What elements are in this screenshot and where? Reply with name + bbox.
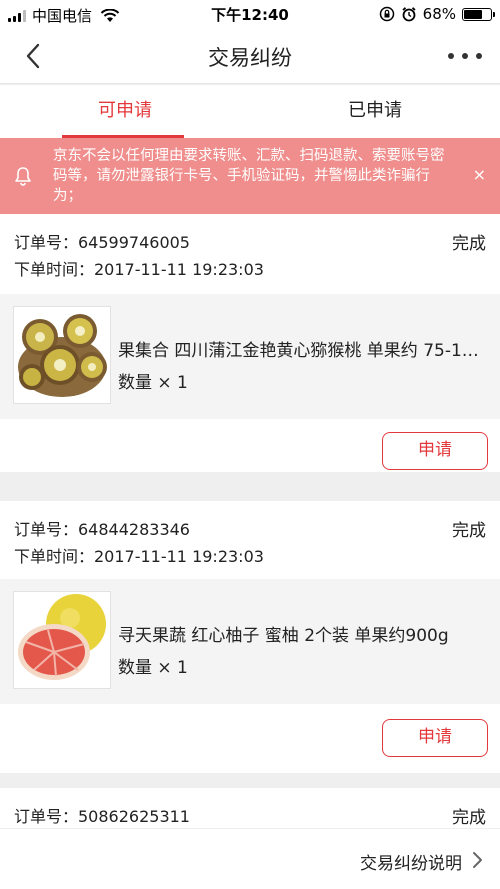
battery-icon	[462, 7, 495, 21]
kiwi-fruit-image	[14, 307, 110, 403]
product-row[interactable]: 果集合 四川蒲江金艳黄心猕猴桃 单果约 75-100g 30个装 新鲜水果 数量…	[0, 294, 500, 419]
apply-button[interactable]: 申请	[382, 432, 488, 470]
bell-icon	[15, 167, 31, 186]
notice-text: 京东不会以任何理由要求转账、汇款、扫码退款、索要账号密码等，请勿泄露银行卡号、手…	[53, 148, 445, 204]
dispute-explanation-link[interactable]: 交易纠纷说明	[360, 849, 462, 874]
order-number: 订单号：64599746005	[14, 233, 190, 252]
order-card: 订单号：64599746005 下单时间：2017-11-11 19:23:03…	[0, 214, 500, 472]
order-number: 订单号：64844283346	[14, 520, 190, 539]
order-time: 下单时间：2017-11-11 19:23:03	[14, 260, 264, 279]
status-bar: 中国电信 下午12:40 68%	[0, 0, 500, 28]
bottom-bar: 交易纠纷说明	[0, 828, 500, 889]
more-icon[interactable]	[448, 44, 482, 68]
order-card: 订单号：64844283346 下单时间：2017-11-11 19:23:03…	[0, 501, 500, 773]
battery-percent: 68%	[422, 5, 456, 23]
close-icon[interactable]: ×	[473, 165, 486, 184]
order-status: 完成	[452, 808, 486, 828]
order-time: 下单时间：2017-11-11 19:23:03	[14, 547, 264, 566]
product-image[interactable]	[13, 591, 111, 689]
product-quantity: 数量 × 1	[118, 373, 188, 393]
product-name: 果集合 四川蒲江金艳黄心猕猴桃 单果约 75-100g 30个装 新鲜水果	[118, 341, 488, 361]
product-image[interactable]	[13, 306, 111, 404]
nav-bar: 交易纠纷	[0, 28, 500, 84]
product-quantity: 数量 × 1	[118, 658, 188, 678]
pomelo-fruit-image	[14, 592, 110, 688]
chevron-right-icon[interactable]	[470, 851, 484, 869]
order-status: 完成	[452, 521, 486, 541]
rotation-lock-icon	[379, 6, 394, 22]
order-status: 完成	[452, 234, 486, 254]
fraud-notice-banner: 京东不会以任何理由要求转账、汇款、扫码退款、索要账号密码等，请勿泄露银行卡号、手…	[0, 138, 500, 214]
tab-bar: 可申请 已申请	[0, 85, 500, 138]
order-number: 订单号：50862625311	[14, 807, 190, 826]
product-name: 寻天果蔬 红心柚子 蜜柚 2个装 单果约900g	[118, 626, 449, 646]
page-title: 交易纠纷	[208, 46, 292, 70]
tab-applied[interactable]: 已申请	[250, 85, 500, 138]
apply-button[interactable]: 申请	[382, 719, 488, 757]
tab-available[interactable]: 可申请	[0, 85, 250, 138]
alarm-icon	[402, 7, 416, 22]
product-row[interactable]: 寻天果蔬 红心柚子 蜜柚 2个装 单果约900g 数量 × 1	[0, 579, 500, 704]
